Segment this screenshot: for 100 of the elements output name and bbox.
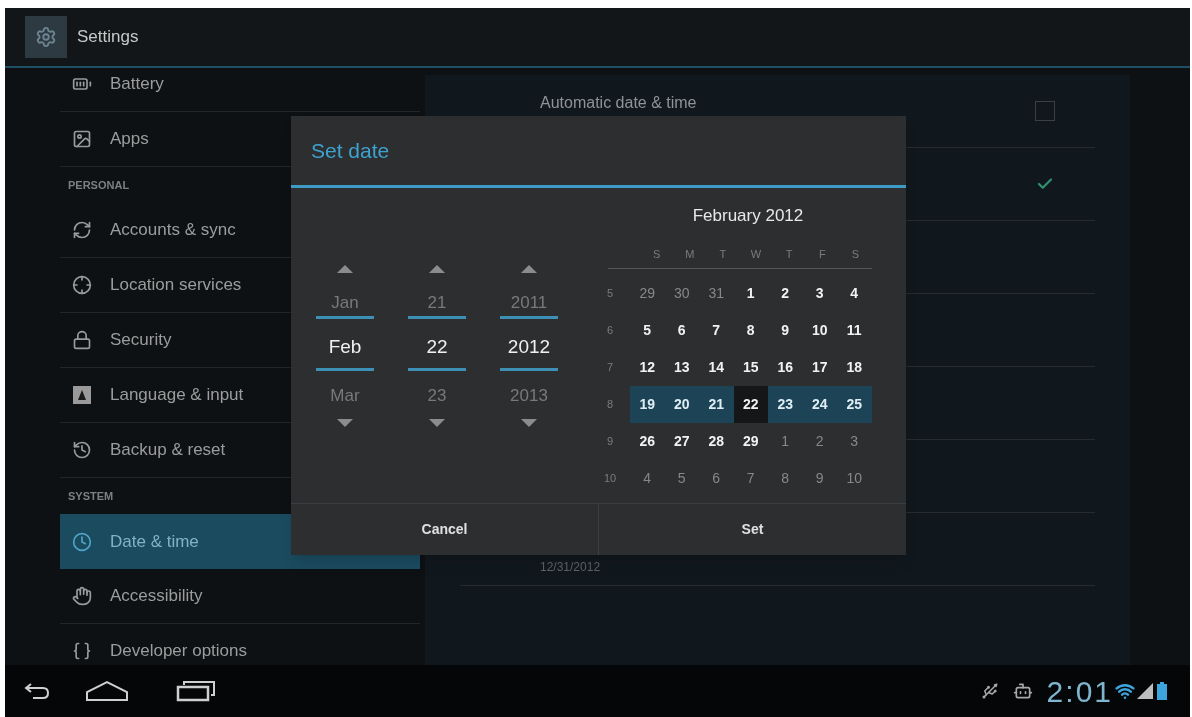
week-number: 7 <box>605 360 615 376</box>
calendar-day[interactable]: 6 <box>699 460 734 497</box>
calendar-day[interactable]: 3 <box>802 275 837 312</box>
setting-summary: 12/31/2012 <box>540 559 602 576</box>
picker-value[interactable]: 2012 <box>507 332 551 355</box>
week-number: 6 <box>605 323 615 339</box>
back-icon[interactable] <box>23 682 51 700</box>
picker-value: 2011 <box>510 291 548 312</box>
picker-value: 2013 <box>510 384 548 405</box>
calendar-day[interactable]: 20 <box>664 386 699 423</box>
section-header: PERSONAL <box>68 177 130 193</box>
hand-icon <box>72 586 92 606</box>
section-header: SYSTEM <box>68 488 114 504</box>
picker-value[interactable]: 22 <box>426 332 448 355</box>
sidebar-item[interactable]: Battery <box>60 68 420 112</box>
sync-icon <box>72 220 92 240</box>
calendar-day[interactable]: 19 <box>630 386 665 423</box>
up-arrow-icon[interactable] <box>429 264 445 273</box>
checkbox[interactable] <box>1035 101 1055 121</box>
braces-icon <box>72 641 92 661</box>
usb-icon <box>980 682 999 700</box>
calendar-day[interactable]: 5 <box>630 312 665 349</box>
picture-icon <box>72 129 92 149</box>
calendar-day[interactable]: 10 <box>837 460 872 497</box>
calendar-day[interactable]: 9 <box>802 460 837 497</box>
calendar-day[interactable]: 4 <box>837 275 872 312</box>
calendar-day[interactable]: 7 <box>699 312 734 349</box>
calendar-day[interactable]: 1 <box>768 423 803 460</box>
weekday-label: M <box>684 247 696 263</box>
calendar-day[interactable]: 8 <box>733 312 768 349</box>
calendar-day[interactable]: 6 <box>664 312 699 349</box>
weekday-label: S <box>651 247 662 263</box>
calendar-day[interactable]: 17 <box>802 349 837 386</box>
picker-value: 21 <box>427 291 447 312</box>
calendar-day[interactable]: 9 <box>768 312 803 349</box>
calendar-day[interactable]: 3 <box>837 423 872 460</box>
calendar-day[interactable]: 14 <box>699 349 734 386</box>
lock-icon <box>72 330 92 350</box>
calendar-day[interactable]: 25 <box>837 386 872 423</box>
down-arrow-icon[interactable] <box>521 418 537 427</box>
calendar-day[interactable]: 10 <box>802 312 837 349</box>
calendar-day[interactable]: 31 <box>699 275 734 312</box>
calendar-day[interactable]: 24 <box>802 386 837 423</box>
calendar-day[interactable]: 30 <box>664 275 699 312</box>
calendar-day[interactable]: 18 <box>837 349 872 386</box>
week-number: 9 <box>605 434 615 450</box>
weekday-label: T <box>718 247 728 263</box>
picker-value[interactable]: Feb <box>328 332 362 355</box>
month-title: February 2012 <box>691 205 805 227</box>
calendar-day[interactable]: 22 <box>733 386 768 423</box>
battery-icon <box>1157 682 1167 700</box>
calendar-day[interactable]: 12 <box>630 349 665 386</box>
weekday-label: W <box>749 247 763 263</box>
language-icon <box>72 385 92 405</box>
calendar-day[interactable]: 4 <box>630 460 665 497</box>
wifi-icon <box>1115 681 1135 701</box>
sidebar-item[interactable]: Accessibility <box>60 569 420 624</box>
signal-icon <box>1137 683 1153 699</box>
calendar-day[interactable]: 11 <box>837 312 872 349</box>
app-title: Settings <box>77 26 139 49</box>
crosshair-icon <box>72 275 92 295</box>
week-number: 10 <box>602 471 618 487</box>
recent-apps-icon[interactable] <box>176 680 216 702</box>
calendar-day[interactable]: 16 <box>768 349 803 386</box>
clock-icon <box>72 531 92 552</box>
calendar-day[interactable]: 2 <box>768 275 803 312</box>
calendar-day[interactable]: 26 <box>630 423 665 460</box>
picker-value: 23 <box>427 384 447 405</box>
calendar-day[interactable]: 7 <box>733 460 768 497</box>
dialog-title: Set date <box>311 137 390 164</box>
calendar-day[interactable]: 29 <box>733 423 768 460</box>
calendar-day[interactable]: 5 <box>664 460 699 497</box>
calendar-day[interactable]: 13 <box>664 349 699 386</box>
up-arrow-icon[interactable] <box>337 264 353 273</box>
calendar-day[interactable]: 21 <box>699 386 734 423</box>
restore-icon <box>72 440 92 460</box>
picker-value: Jan <box>331 291 359 312</box>
robot-icon <box>1012 681 1033 701</box>
calendar-day[interactable]: 28 <box>699 423 734 460</box>
calendar-day[interactable]: 1 <box>733 275 768 312</box>
up-arrow-icon[interactable] <box>521 264 537 273</box>
calendar-day[interactable]: 29 <box>630 275 665 312</box>
app-icon[interactable] <box>25 16 67 58</box>
weekday-label: F <box>817 247 827 263</box>
setting-label: Automatic date & time <box>540 93 698 113</box>
calendar-day[interactable]: 27 <box>664 423 699 460</box>
clock: 2:01 <box>1046 673 1113 710</box>
down-arrow-icon[interactable] <box>429 418 445 427</box>
home-icon[interactable] <box>85 680 129 702</box>
calendar-day[interactable]: 8 <box>768 460 803 497</box>
weekday-label: S <box>850 247 861 263</box>
calendar-day[interactable]: 23 <box>768 386 803 423</box>
picker-value: Mar <box>330 384 360 405</box>
weekday-label: T <box>784 247 794 263</box>
down-arrow-icon[interactable] <box>337 418 353 427</box>
calendar-day[interactable]: 2 <box>802 423 837 460</box>
week-number: 5 <box>605 286 615 302</box>
calendar-day[interactable]: 15 <box>733 349 768 386</box>
week-number: 8 <box>605 397 615 413</box>
dialog-button[interactable]: Set <box>598 504 906 555</box>
